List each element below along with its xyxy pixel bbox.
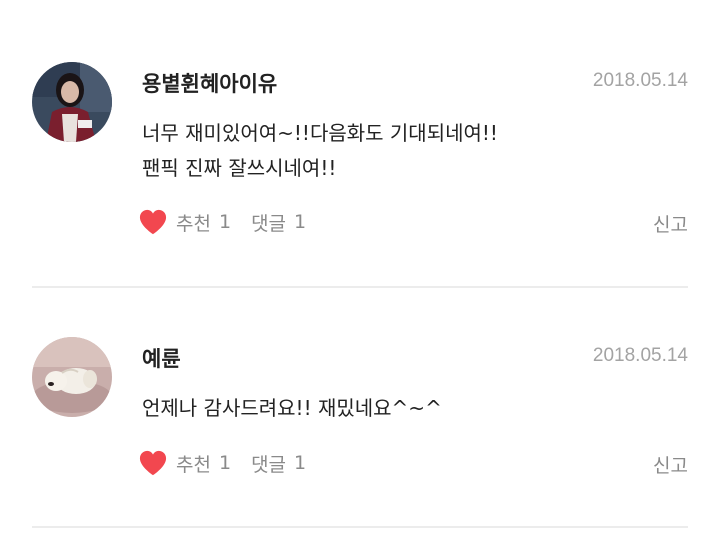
avatar[interactable]	[32, 62, 112, 142]
comment-text-line: 언제나 감사드려요!! 재밌네요^~^	[142, 396, 442, 420]
comment-text-line: 너무 재미있어여~!!다음화도 기대되네여!!	[142, 121, 498, 145]
comment-item: 예륜 2018.05.14 언제나 감사드려요!! 재밌네요^~^ 추천 1 댓…	[0, 290, 720, 530]
comment-text-line: 팬픽 진짜 잘쓰시네여!!	[142, 156, 337, 180]
comment-author[interactable]: 용볕휜혜아이유	[142, 68, 277, 98]
like-label[interactable]: 추천	[176, 209, 211, 236]
comment-actions: 추천 1 댓글 1	[138, 448, 306, 478]
comment-divider	[32, 286, 688, 288]
reply-count: 1	[294, 452, 307, 474]
report-button[interactable]: 신고	[653, 210, 688, 237]
heart-icon[interactable]	[138, 208, 168, 236]
like-label[interactable]: 추천	[176, 450, 211, 477]
avatar-photo	[32, 62, 112, 142]
avatar-photo	[32, 337, 112, 417]
like-count: 1	[218, 452, 232, 474]
reply-count: 1	[294, 211, 307, 233]
comment-divider	[32, 526, 688, 528]
heart-icon[interactable]	[138, 449, 168, 477]
comment-item: 용볕휜혜아이유 2018.05.14 너무 재미있어여~!!다음화도 기대되네여…	[0, 0, 720, 290]
reply-button[interactable]: 댓글	[251, 450, 286, 477]
report-button[interactable]: 신고	[653, 451, 688, 478]
like-count: 1	[218, 211, 232, 233]
avatar[interactable]	[32, 337, 112, 417]
comment-date: 2018.05.14	[592, 70, 688, 91]
comment-author[interactable]: 예륜	[142, 343, 181, 373]
comment-list: 용볕휜혜아이유 2018.05.14 너무 재미있어여~!!다음화도 기대되네여…	[0, 0, 720, 540]
comment-date: 2018.05.14	[592, 345, 688, 366]
reply-button[interactable]: 댓글	[251, 209, 286, 236]
comment-actions: 추천 1 댓글 1	[138, 207, 306, 237]
